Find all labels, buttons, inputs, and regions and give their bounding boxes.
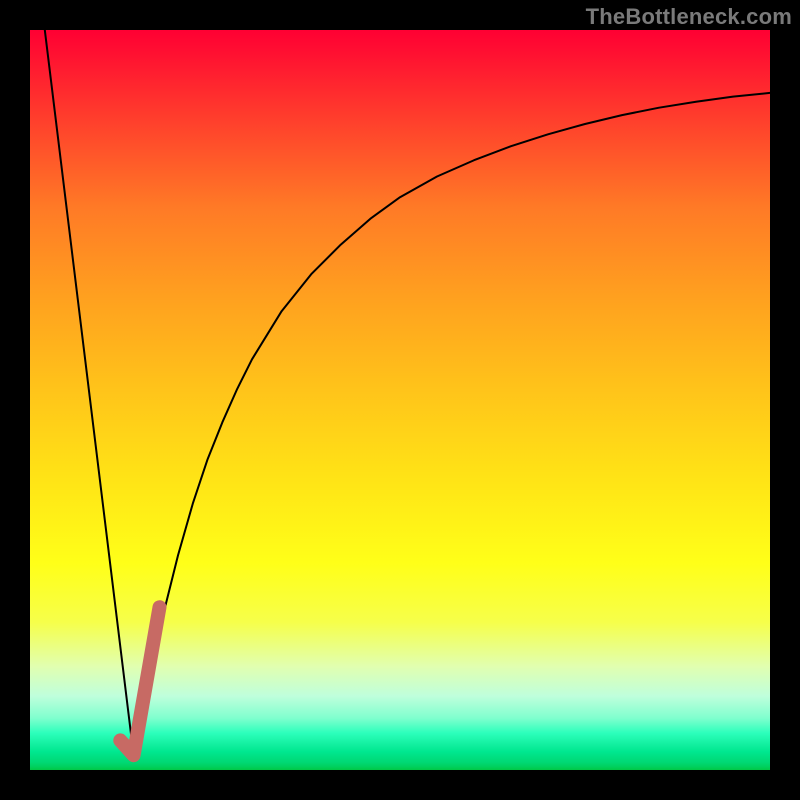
series-dip-marker <box>120 607 159 755</box>
chart-svg-overlay <box>30 30 770 770</box>
series-rising-saturating-curve <box>134 93 770 755</box>
watermark-text: TheBottleneck.com <box>586 4 792 30</box>
chart-frame: TheBottleneck.com <box>0 0 800 800</box>
series-left-falling-line <box>45 30 134 755</box>
